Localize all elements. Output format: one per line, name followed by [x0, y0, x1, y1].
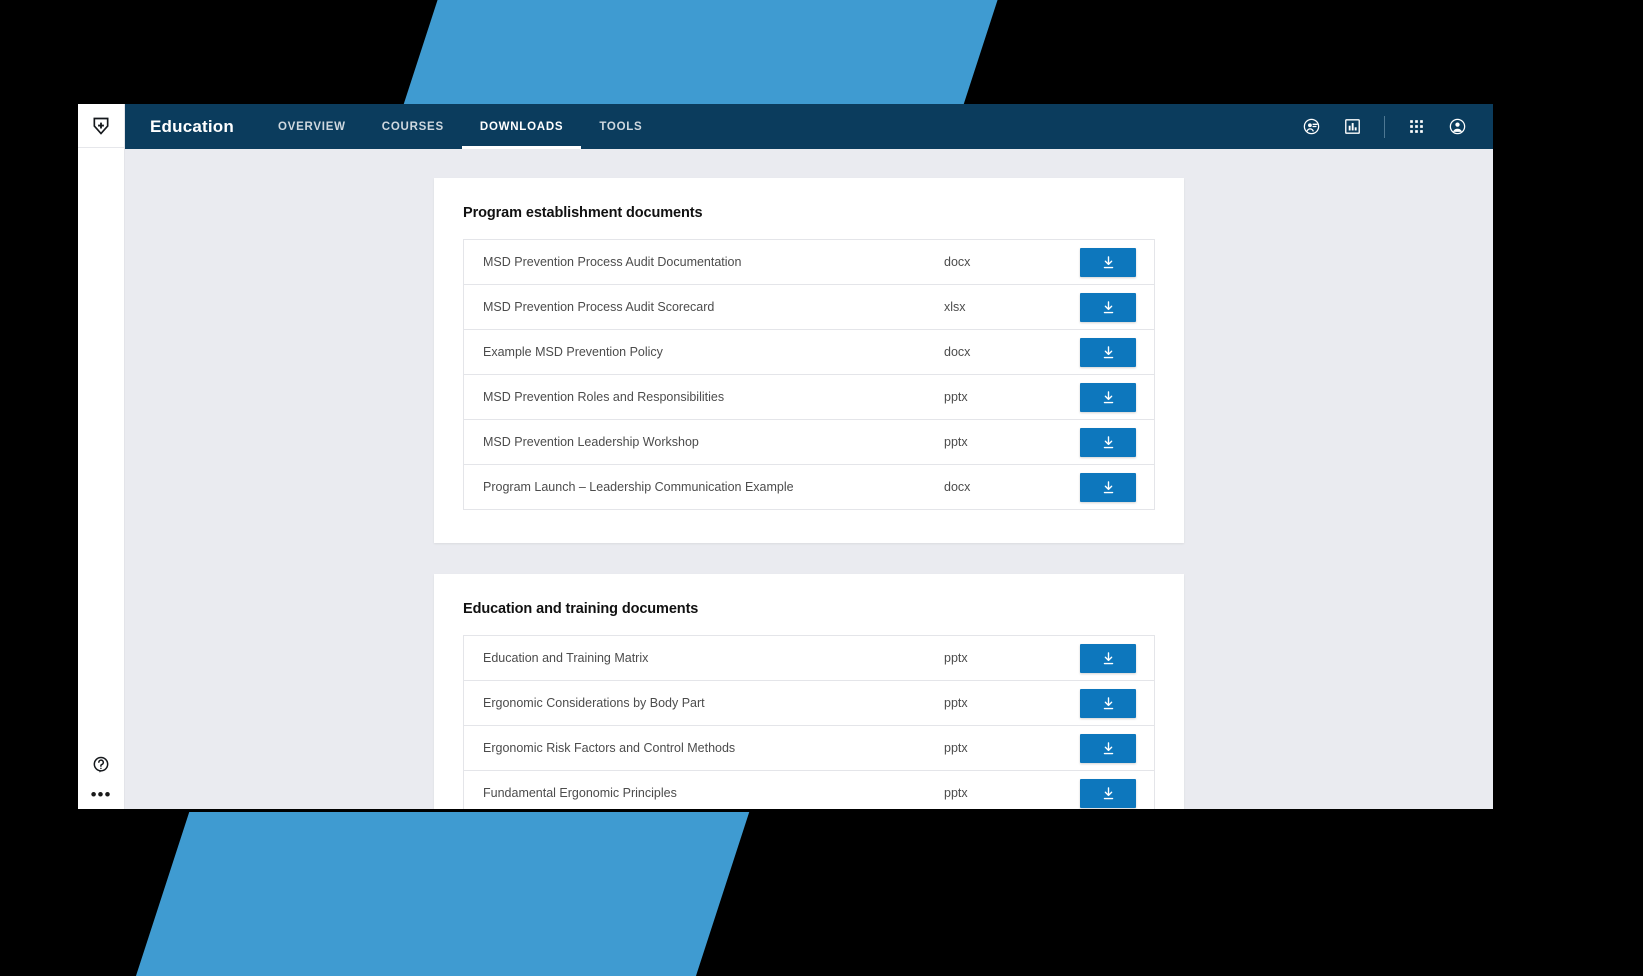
help-icon[interactable] [91, 755, 111, 775]
screenshot-stage: ••• Education OVERVIEW COURSES DOWNLOADS [0, 0, 1643, 976]
document-type: pptx [944, 696, 968, 710]
table-row[interactable]: MSD Prevention Leadership Workshop pptx [464, 420, 1154, 465]
card-title: Education and training documents [463, 601, 699, 617]
download-button[interactable] [1080, 337, 1136, 367]
download-icon [1101, 255, 1116, 270]
document-action [1064, 247, 1136, 277]
document-type: pptx [944, 651, 968, 665]
tab-overview[interactable]: OVERVIEW [260, 104, 364, 149]
document-type: pptx [944, 435, 968, 449]
left-rail: ••• [78, 104, 125, 809]
card-title: Program establishment documents [463, 205, 703, 221]
content-scroll-area[interactable]: Program establishment documents MSD Prev… [125, 149, 1493, 809]
tab-downloads[interactable]: DOWNLOADS [461, 104, 582, 149]
document-type: docx [944, 345, 971, 359]
table-row[interactable]: Ergonomic Risk Factors and Control Metho… [464, 726, 1154, 771]
download-icon [1101, 480, 1116, 495]
app-logo[interactable] [78, 104, 124, 148]
document-action [1064, 382, 1136, 412]
document-action [1064, 778, 1136, 808]
document-name: Program Launch – Leadership Communicatio… [483, 480, 794, 494]
downloads-page: Program establishment documents MSD Prev… [125, 149, 1493, 809]
table-row[interactable]: MSD Prevention Process Audit Scorecard x… [464, 285, 1154, 330]
document-action [1064, 427, 1136, 457]
nav-divider [1384, 115, 1385, 138]
document-name: MSD Prevention Roles and Responsibilitie… [483, 390, 725, 404]
app-window: ••• Education OVERVIEW COURSES DOWNLOADS [78, 104, 1493, 809]
tab-downloads-label: DOWNLOADS [479, 120, 564, 133]
download-button[interactable] [1080, 292, 1136, 322]
nav-tabs: OVERVIEW COURSES DOWNLOADS TOOLS [260, 104, 660, 149]
table-row[interactable]: MSD Prevention Process Audit Documentati… [464, 240, 1154, 285]
document-type: docx [944, 480, 971, 494]
card-education-training: Education and training documents Educati… [434, 574, 1184, 809]
table-row[interactable]: Fundamental Ergonomic Principles pptx [464, 771, 1154, 809]
document-type: pptx [944, 390, 968, 404]
tab-overview-label: OVERVIEW [277, 120, 346, 133]
document-action [1064, 733, 1136, 763]
download-button[interactable] [1080, 382, 1136, 412]
document-name: MSD Prevention Process Audit Documentati… [483, 255, 742, 269]
tab-courses-label: COURSES [381, 120, 444, 133]
download-button[interactable] [1080, 247, 1136, 277]
table-row[interactable]: Ergonomic Considerations by Body Part pp… [464, 681, 1154, 726]
table-row[interactable]: MSD Prevention Roles and Responsibilitie… [464, 375, 1154, 420]
document-type: docx [944, 255, 971, 269]
reports-chart-icon[interactable] [1343, 117, 1362, 136]
top-navigation-bar: Education OVERVIEW COURSES DOWNLOADS TOO… [125, 104, 1493, 149]
more-options-icon[interactable]: ••• [91, 786, 112, 803]
main-region: Education OVERVIEW COURSES DOWNLOADS TOO… [125, 104, 1493, 809]
documents-table: Education and Training Matrix pptx Ergon… [463, 635, 1155, 809]
table-row[interactable]: Education and Training Matrix pptx [464, 636, 1154, 681]
download-icon [1101, 345, 1116, 360]
document-type: xlsx [944, 300, 966, 314]
tab-courses[interactable]: COURSES [364, 104, 462, 149]
shield-plus-logo-icon [91, 116, 111, 136]
document-name: Fundamental Ergonomic Principles [483, 786, 677, 800]
download-button[interactable] [1080, 688, 1136, 718]
document-name: Ergonomic Risk Factors and Control Metho… [483, 741, 736, 755]
document-name: MSD Prevention Process Audit Scorecard [483, 300, 715, 314]
download-icon [1101, 390, 1116, 405]
download-icon [1101, 786, 1116, 801]
apps-grid-icon[interactable] [1407, 117, 1426, 136]
document-type: pptx [944, 741, 968, 755]
document-action [1064, 472, 1136, 502]
download-button[interactable] [1080, 643, 1136, 673]
download-button[interactable] [1080, 778, 1136, 808]
support-agent-icon[interactable] [1302, 117, 1321, 136]
card-program-establishment: Program establishment documents MSD Prev… [434, 178, 1184, 543]
document-type: pptx [944, 786, 968, 800]
table-row[interactable]: Example MSD Prevention Policy docx [464, 330, 1154, 375]
decorative-parallelogram-top [401, 0, 999, 112]
document-name: Ergonomic Considerations by Body Part [483, 696, 705, 710]
document-action [1064, 688, 1136, 718]
document-name: Education and Training Matrix [483, 651, 649, 665]
download-button[interactable] [1080, 472, 1136, 502]
rail-bottom-actions: ••• [78, 755, 124, 803]
nav-icon-group [1302, 104, 1493, 149]
download-icon [1101, 651, 1116, 666]
tab-tools-label: TOOLS [599, 120, 643, 133]
download-icon [1101, 300, 1116, 315]
document-action [1064, 292, 1136, 322]
brand-title: Education [150, 116, 234, 136]
document-name: Example MSD Prevention Policy [483, 345, 663, 359]
document-action [1064, 643, 1136, 673]
download-button[interactable] [1080, 427, 1136, 457]
documents-table: MSD Prevention Process Audit Documentati… [463, 239, 1155, 510]
download-icon [1101, 696, 1116, 711]
download-button[interactable] [1080, 733, 1136, 763]
download-icon [1101, 435, 1116, 450]
document-name: MSD Prevention Leadership Workshop [483, 435, 699, 449]
download-icon [1101, 741, 1116, 756]
tab-tools[interactable]: TOOLS [581, 104, 660, 149]
decorative-parallelogram-bottom [130, 812, 750, 976]
document-action [1064, 337, 1136, 367]
account-avatar-icon[interactable] [1448, 117, 1467, 136]
table-row[interactable]: Program Launch – Leadership Communicatio… [464, 465, 1154, 510]
